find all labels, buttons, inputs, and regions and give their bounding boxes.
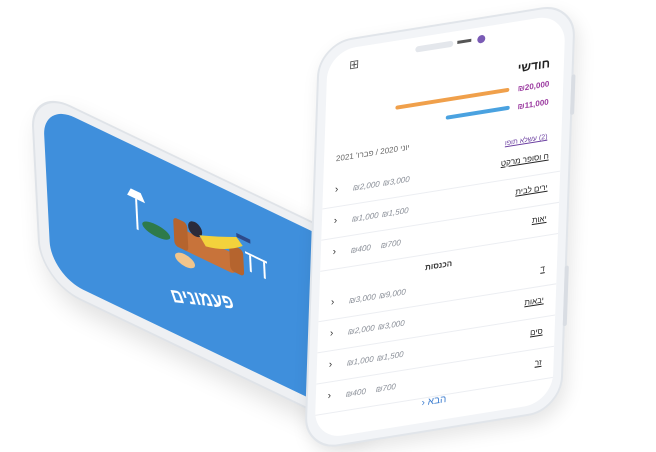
item-actual: ₪1,000 [346, 354, 374, 368]
status-icon [457, 38, 472, 44]
item-budget: ₪3,000 [382, 174, 410, 188]
item-budget: ₪700 [380, 238, 401, 251]
chevron-icon[interactable]: ‹ [330, 328, 334, 340]
item-name: זר [534, 357, 542, 368]
item-budget: ₪1,500 [376, 349, 404, 363]
bar-amount: ₪20,000 [517, 78, 550, 93]
item-actual: ₪3,000 [348, 292, 376, 306]
item-actual: ₪400 [345, 386, 367, 399]
item-name: יבאות [524, 295, 544, 308]
next-label: הבא [427, 393, 447, 408]
chevron-icon[interactable]: ‹ [334, 215, 338, 227]
app-phone: ⊞ חודשי ₪20,000 ₪11,000 יוני 2020 / פברו… [303, 2, 576, 452]
item-name: ד [540, 264, 546, 274]
chevron-icon[interactable]: ‹ [331, 297, 335, 309]
chevron-icon[interactable]: ‹ [328, 390, 332, 402]
item-actual: ₪2,000 [352, 179, 380, 193]
item-name: ירים לבית [515, 182, 548, 197]
grid-icon[interactable]: ⊞ [349, 57, 360, 73]
budget-screen: ⊞ חודשי ₪20,000 ₪11,000 יוני 2020 / פברו… [314, 13, 566, 440]
volume-button [570, 74, 576, 116]
item-name: סים [529, 326, 543, 338]
chevron-icon[interactable]: ‹ [333, 246, 337, 258]
item-actual: ₪1,000 [351, 210, 379, 224]
item-budget: ₪1,500 [381, 205, 409, 220]
item-name: ח וסופר מרקט [500, 151, 549, 169]
item-name: יאות [531, 213, 547, 226]
phone-frame: ⊞ חודשי ₪20,000 ₪11,000 יוני 2020 / פברו… [303, 2, 576, 452]
item-actual: ₪2,000 [347, 323, 375, 337]
power-button [562, 265, 569, 327]
item-budget: ₪700 [375, 381, 396, 395]
bar-amount: ₪11,000 [517, 96, 549, 111]
chevron-icon[interactable]: ‹ [329, 359, 333, 371]
chevron-icon[interactable]: ‹ [335, 184, 339, 196]
profile-dot-icon[interactable] [477, 34, 486, 44]
item-budget: ₪9,000 [378, 287, 406, 301]
speaker [415, 40, 454, 53]
item-actual: ₪400 [350, 242, 372, 256]
item-budget: ₪3,000 [377, 318, 405, 332]
chevron-left-icon: ‹ [421, 397, 426, 409]
